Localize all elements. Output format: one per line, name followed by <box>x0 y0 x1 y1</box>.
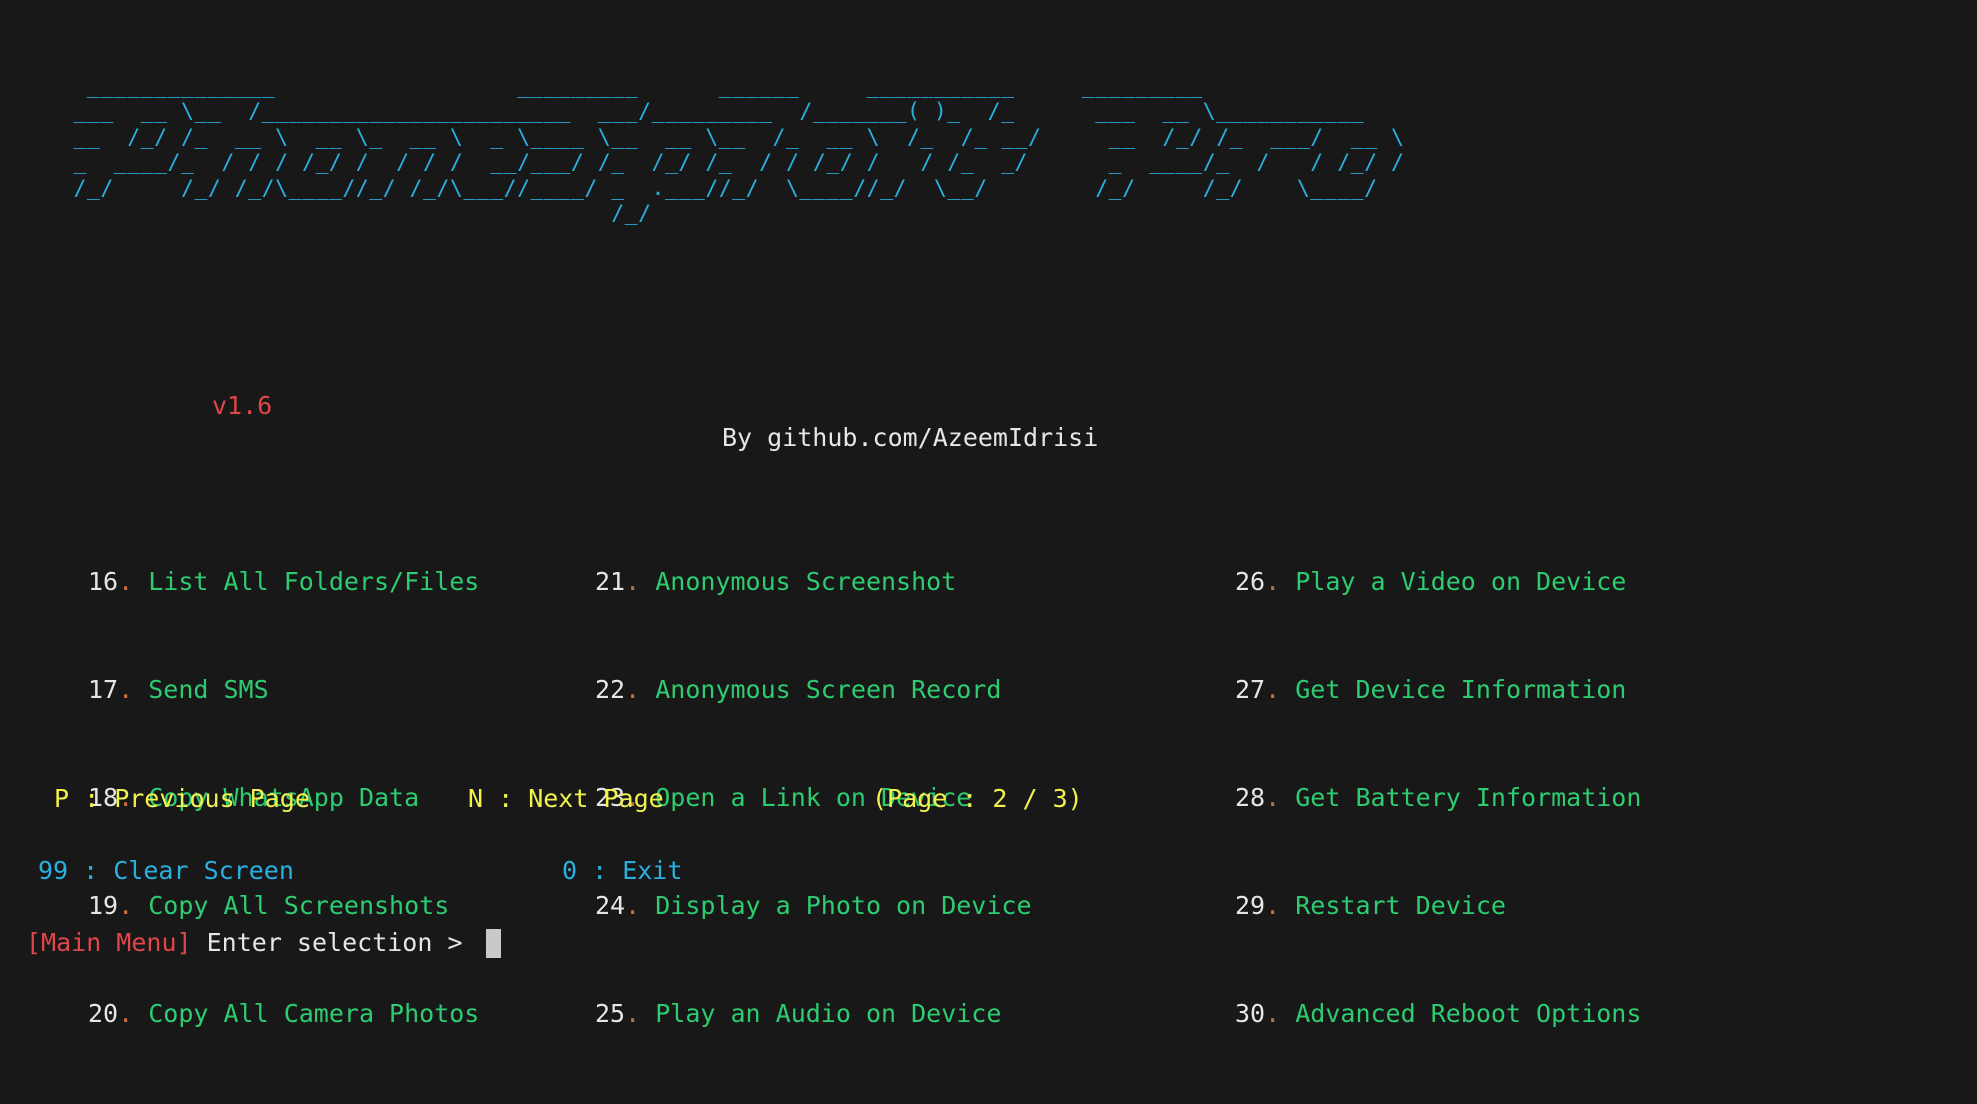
menu-item-label: Advanced Reboot Options <box>1295 999 1642 1028</box>
menu-item-dot: . <box>625 675 641 704</box>
menu-item-number: 22 <box>595 675 626 704</box>
menu-item-dot: . <box>1265 675 1281 704</box>
menu-item-label: Get Device Information <box>1295 675 1627 704</box>
menu-item-number: 16 <box>88 567 119 596</box>
phonesploit-ascii-banner: ______________ _________ ______ ________… <box>73 73 1405 227</box>
menu-item-label: Anonymous Screen Record <box>655 675 1002 704</box>
version-label: v1.6 <box>212 391 273 420</box>
menu-item-label: Send SMS <box>148 675 269 704</box>
text-cursor <box>485 928 501 958</box>
menu-item[interactable]: 17. Send SMS <box>88 672 479 708</box>
menu-item-label: Copy All Camera Photos <box>148 999 480 1028</box>
menu-item[interactable]: 21. Anonymous Screenshot <box>595 564 1032 600</box>
prompt-label: Enter selection > <box>191 928 478 957</box>
menu-item-label: List All Folders/Files <box>148 567 480 596</box>
menu-item[interactable]: 30. Advanced Reboot Options <box>1235 996 1641 1032</box>
menu-item-label: Play an Audio on Device <box>655 999 1002 1028</box>
menu-item[interactable]: 25. Play an Audio on Device <box>595 996 1032 1032</box>
utility-row: 99 : Clear Screen 0 : Exit <box>0 854 1977 990</box>
clear-screen-option[interactable]: 99 : Clear Screen <box>38 854 294 888</box>
menu-item-dot: . <box>118 675 134 704</box>
menu-item-number: 26 <box>1235 567 1266 596</box>
menu-item-label: Anonymous Screenshot <box>655 567 957 596</box>
menu-item[interactable]: 26. Play a Video on Device <box>1235 564 1641 600</box>
menu-item-dot: . <box>1265 567 1281 596</box>
terminal-window: ______________ _________ ______ ________… <box>0 0 1977 1028</box>
menu-item-number: 25 <box>595 999 626 1028</box>
previous-page-option[interactable]: P : Previous Page <box>54 782 310 816</box>
menu-item[interactable]: 20. Copy All Camera Photos <box>88 996 479 1032</box>
menu-item-dot: . <box>118 567 134 596</box>
menu-item-dot: . <box>118 999 134 1028</box>
menu-item-number: 21 <box>595 567 626 596</box>
menu-item-label: Play a Video on Device <box>1295 567 1627 596</box>
menu-item-dot: . <box>625 999 641 1028</box>
page-indicator: (Page : 2 / 3) <box>872 784 1083 813</box>
next-page-option[interactable]: N : Next Page <box>468 782 664 816</box>
menu-item-number: 20 <box>88 999 119 1028</box>
author-credit: By github.com/AzeemIdrisi <box>722 423 1099 452</box>
menu-item[interactable]: 16. List All Folders/Files <box>88 564 479 600</box>
menu-item[interactable]: 27. Get Device Information <box>1235 672 1641 708</box>
main-menu: 16. List All Folders/Files 17. Send SMS … <box>0 492 1977 1028</box>
exit-option[interactable]: 0 : Exit <box>562 854 682 888</box>
menu-item[interactable]: 22. Anonymous Screen Record <box>595 672 1032 708</box>
menu-item-dot: . <box>1265 999 1281 1028</box>
menu-item-number: 30 <box>1235 999 1266 1028</box>
prompt-context-tag: [Main Menu] <box>26 928 192 957</box>
menu-item-number: 27 <box>1235 675 1266 704</box>
meta-row: v1.6 By github.com/AzeemIdrisi <box>0 358 1977 452</box>
menu-item-number: 17 <box>88 675 119 704</box>
command-prompt[interactable]: [Main Menu] Enter selection > <box>26 925 501 961</box>
menu-item-dot: . <box>625 567 641 596</box>
